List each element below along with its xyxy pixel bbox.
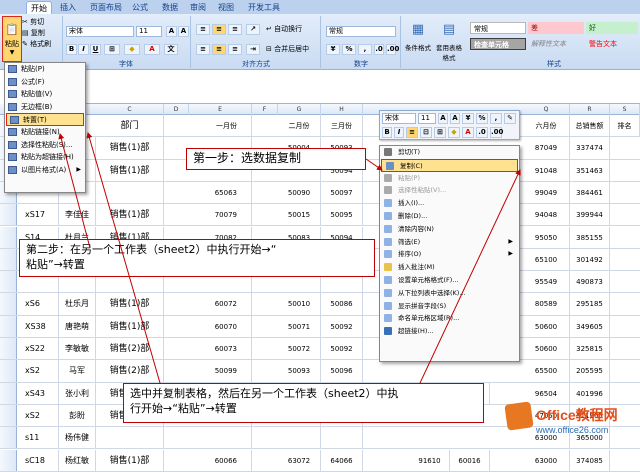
- office-logo-icon: [504, 401, 534, 431]
- cell-dept[interactable]: 销售(1)部: [96, 449, 164, 471]
- cell-total[interactable]: 374085: [570, 449, 610, 471]
- cell-mar[interactable]: 64066: [321, 449, 363, 471]
- cell-jan[interactable]: 60066: [189, 449, 252, 471]
- cell-x1[interactable]: 91610: [410, 449, 450, 471]
- watermark-title: Office教程网: [536, 407, 618, 423]
- watermark-url: www.office26.com: [536, 425, 609, 435]
- cell-name[interactable]: 杨红敏: [59, 449, 96, 471]
- row-header[interactable]: [0, 449, 17, 471]
- cell-id[interactable]: sC18: [17, 449, 59, 471]
- cell-feb[interactable]: 63072: [278, 449, 321, 471]
- cell-x2[interactable]: 60016: [450, 449, 490, 471]
- watermark: Office教程网 www.office26.com: [504, 401, 638, 447]
- step1-arrow: [365, 158, 383, 171]
- step2-arrow: [58, 133, 91, 249]
- bottom-arrow-right: [419, 169, 521, 384]
- cell-jun[interactable]: 63000: [523, 449, 570, 471]
- bottom-arrow-left: [86, 132, 161, 384]
- annotation-arrows: [58, 132, 521, 384]
- table-row: sC18 杨红敏 销售(1)部 60066 63072 64066 63000 374085 9…: [0, 449, 640, 472]
